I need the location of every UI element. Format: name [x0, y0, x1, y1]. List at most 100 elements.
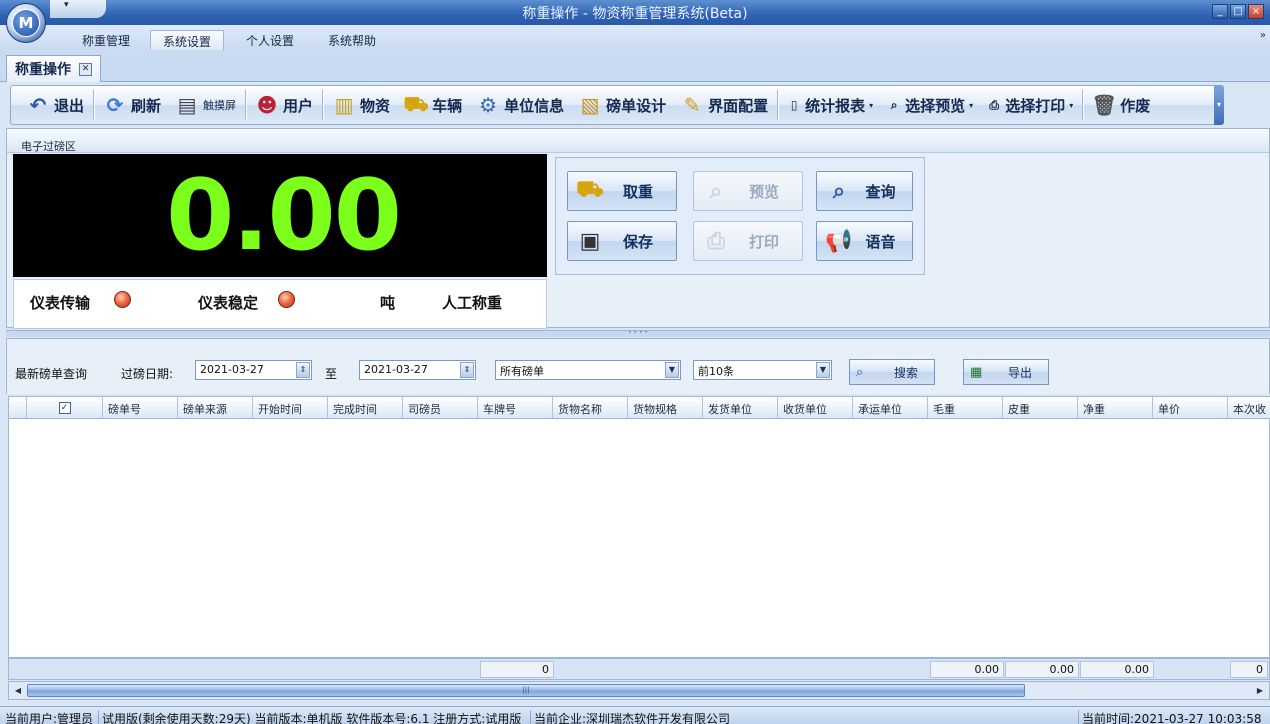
status-time: 当前时间:2021-03-27 10:03:58 — [1078, 710, 1265, 724]
touchscreen-button[interactable]: ▤ 触摸屏 — [168, 88, 243, 122]
exit-button[interactable]: ↶ 退出 — [19, 88, 91, 122]
toolbar-separator — [93, 90, 95, 120]
weighing-area: 电子过磅区 0.00 仪表传输 仪表稳定 吨 人工称重 ⛟ 取重 ⌕ 预览 ⌕ 查询 … — [6, 128, 1270, 329]
chevron-down-icon[interactable]: ▼ — [665, 362, 679, 378]
refresh-button[interactable]: ⟳ 刷新 — [96, 88, 168, 122]
col-carrier[interactable]: 承运单位 — [853, 397, 928, 418]
date-to-picker[interactable]: 2021-03-27 ⇕ — [359, 360, 476, 380]
ribbon-collapse-icon[interactable]: » — [1260, 30, 1266, 41]
tab-weighing-operation[interactable]: 称重操作 ✕ — [6, 55, 101, 82]
date-from-picker[interactable]: 2021-03-27 ⇕ — [195, 360, 312, 380]
toolbar-separator — [245, 90, 247, 120]
col-net[interactable]: 净重 — [1078, 397, 1153, 418]
menu-bar: 称重管理 系统设置 个人设置 系统帮助 » — [0, 25, 1270, 50]
tab-label: 称重操作 — [15, 62, 71, 78]
chevron-down-icon[interactable]: ▼ — [816, 362, 830, 378]
stable-led-icon — [278, 291, 295, 308]
unit-info-icon: ⚙ — [479, 93, 498, 117]
scale-value: 0.00 — [166, 158, 402, 273]
magnifier-icon: ⌕ — [832, 178, 846, 204]
print-button[interactable]: ⎙ 打印 — [693, 221, 803, 261]
main-toolbar: ↶ 退出 ⟳ 刷新 ▤ 触摸屏 ☻ 用户 ▥ 物资 ⛟ 车辆 ⚙ 单位信息 ▧ 磅单设计 ✎ 界面… — [10, 85, 1224, 125]
floppy-icon: ▣ — [579, 228, 601, 254]
title-bar: ▾ 称重操作 - 物资称重管理系统(Beta) _ □ × — [0, 0, 1270, 25]
col-goods-spec[interactable]: 货物规格 — [628, 397, 703, 418]
search-icon: ⌕ — [856, 364, 864, 380]
touchscreen-icon: ▤ — [177, 93, 197, 117]
ticket-table: ✓ 磅单号 磅单来源 开始时间 完成时间 司磅员 车牌号 货物名称 货物规格 发… — [8, 396, 1270, 658]
ticket-design-icon: ▧ — [580, 93, 600, 117]
search-button[interactable]: ⌕ 搜索 — [849, 359, 935, 385]
area-header — [7, 129, 1269, 153]
minimize-button[interactable]: _ — [1212, 4, 1228, 19]
ui-config-icon: ✎ — [683, 93, 701, 117]
scroll-right-icon[interactable]: ▶ — [1253, 684, 1267, 697]
col-receiver[interactable]: 收货单位 — [778, 397, 853, 418]
col-plate-no[interactable]: 车牌号 — [478, 397, 553, 418]
ui-config-button[interactable]: ✎ 界面配置 — [673, 88, 775, 122]
preview-icon: ⌕ — [890, 97, 898, 112]
mode-label: 人工称重 — [442, 294, 503, 312]
vehicle-button[interactable]: ⛟ 车辆 — [397, 88, 469, 122]
col-tare[interactable]: 皮重 — [1003, 397, 1078, 418]
total-count: 0 — [480, 661, 554, 678]
printer-icon: ⎙ — [707, 228, 725, 254]
menu-help[interactable]: 系统帮助 — [316, 30, 388, 50]
horizontal-scrollbar[interactable]: ◀ ||| ▶ — [8, 681, 1270, 700]
spin-icon[interactable]: ⇕ — [296, 362, 310, 378]
void-button[interactable]: 🗑 作废 — [1085, 88, 1157, 122]
total-gross: 0.00 — [930, 661, 1004, 678]
ticket-type-select[interactable]: 所有磅单 ▼ — [495, 360, 681, 380]
scroll-left-icon[interactable]: ◀ — [11, 684, 25, 697]
col-sender[interactable]: 发货单位 — [703, 397, 778, 418]
col-ticket-no[interactable]: 磅单号 — [103, 397, 178, 418]
limit-select[interactable]: 前10条 ▼ — [693, 360, 832, 380]
transmit-led-icon — [114, 291, 131, 308]
panel-splitter[interactable]: • • • • — [6, 330, 1270, 337]
select-all-checkbox[interactable]: ✓ — [27, 397, 103, 418]
stable-label: 仪表稳定 — [198, 294, 259, 312]
unit-info-button[interactable]: ⚙ 单位信息 — [469, 88, 571, 122]
menu-settings[interactable]: 系统设置 — [150, 30, 225, 50]
scrollbar-thumb[interactable]: ||| — [27, 684, 1025, 697]
col-gross[interactable]: 毛重 — [928, 397, 1003, 418]
print-dropdown[interactable]: ⎙ 选择打印 ▾ — [980, 88, 1080, 122]
voice-button[interactable]: 📢 语音 — [816, 221, 913, 261]
col-start-time[interactable]: 开始时间 — [253, 397, 328, 418]
preview-button[interactable]: ⌕ 预览 — [693, 171, 803, 211]
status-company: 当前企业:深圳瑞杰软件开发有限公司 — [530, 710, 733, 724]
col-end-time[interactable]: 完成时间 — [328, 397, 403, 418]
tab-close-icon[interactable]: ✕ — [79, 62, 92, 76]
toolbar-overflow-icon[interactable]: ▾ — [1214, 85, 1224, 125]
user-button[interactable]: ☻ 用户 — [248, 88, 320, 122]
col-ticket-source[interactable]: 磅单来源 — [178, 397, 253, 418]
preview-dropdown[interactable]: ⌕ 选择预览 ▾ — [880, 88, 980, 122]
materials-button[interactable]: ▥ 物资 — [325, 88, 397, 122]
vehicle-icon: ⛟ — [403, 91, 429, 116]
report-dropdown[interactable]: ▯ 统计报表 ▾ — [780, 88, 880, 122]
query-button[interactable]: ⌕ 查询 — [816, 171, 913, 211]
query-title: 最新磅单查询 — [15, 367, 88, 381]
total-last: 0 — [1230, 661, 1268, 678]
toolbar-separator — [1082, 90, 1084, 120]
menu-personal[interactable]: 个人设置 — [234, 30, 306, 50]
col-goods-name[interactable]: 货物名称 — [553, 397, 628, 418]
materials-icon: ▥ — [334, 93, 354, 117]
checkbox-icon: ✓ — [58, 402, 71, 414]
cart-icon: ⛟ — [576, 177, 604, 202]
fetch-weight-button[interactable]: ⛟ 取重 — [567, 171, 677, 211]
excel-icon: ▦ — [970, 364, 983, 380]
maximize-button[interactable]: □ — [1230, 4, 1246, 19]
save-button[interactable]: ▣ 保存 — [567, 221, 677, 261]
menu-weighing[interactable]: 称重管理 — [70, 30, 142, 50]
col-operator[interactable]: 司磅员 — [403, 397, 478, 418]
col-amount[interactable]: 本次收 — [1228, 397, 1270, 418]
spin-icon[interactable]: ⇕ — [460, 362, 474, 378]
table-footer-totals: 0 0.00 0.00 0.00 0 — [8, 658, 1270, 680]
ticket-design-button[interactable]: ▧ 磅单设计 — [571, 88, 673, 122]
app-orb-button[interactable]: M — [6, 3, 46, 43]
export-button[interactable]: ▦ 导出 — [963, 359, 1049, 385]
toolbar-separator — [322, 90, 324, 120]
close-button[interactable]: × — [1248, 4, 1264, 19]
col-unit-price[interactable]: 单价 — [1153, 397, 1228, 418]
